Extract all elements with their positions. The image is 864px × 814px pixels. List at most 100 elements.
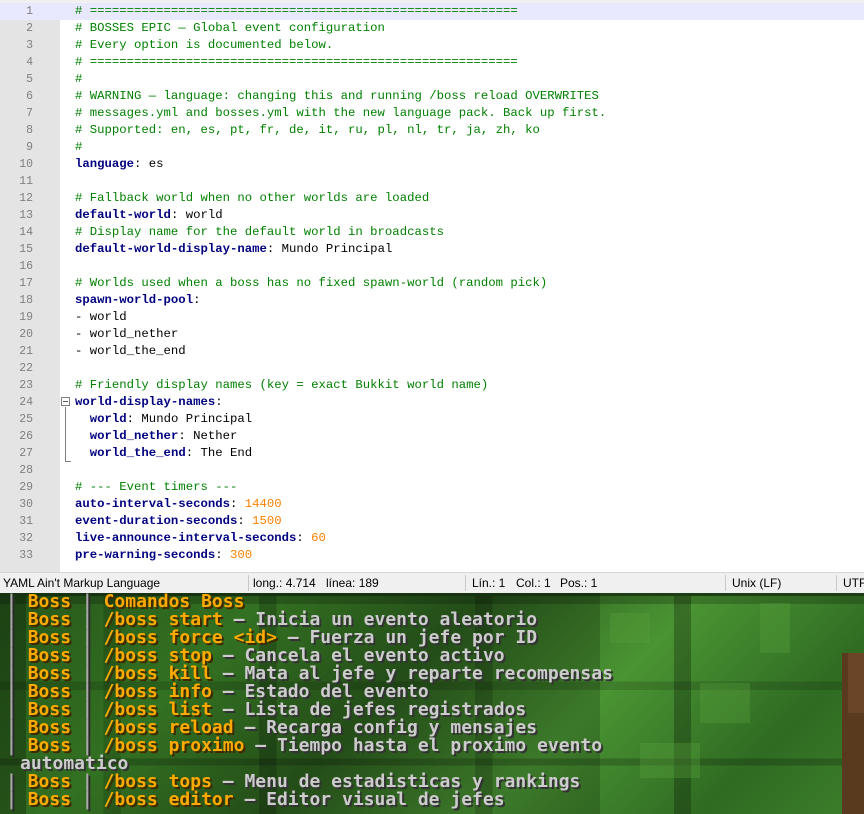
line-number: 15 [19,243,33,256]
key-token: world_nether [89,429,179,443]
code-text: # Friendly display names (key = exact Bu… [75,377,488,394]
code-line[interactable]: 16 [0,258,864,275]
code-text: world_nether: Nether [75,428,238,445]
comment-token: # ======================================… [75,4,518,18]
code-line[interactable]: 15 default-world-display-name: Mundo Prin… [0,241,864,258]
code-text: live-announce-interval-seconds: 60 [75,530,326,547]
code-line[interactable]: 4 # =====================================… [0,54,864,71]
code-text: # --- Event timers --- [75,479,237,496]
code-text: # WARNING — language: changing this and … [75,88,599,105]
code-text: # messages.yml and bosses.yml with the n… [75,105,606,122]
number-token: 14400 [244,497,282,511]
code-line[interactable]: 7 # messages.yml and bosses.yml with the … [0,105,864,122]
line-number: 32 [19,532,33,545]
code-line[interactable]: 21 - world_the_end [0,343,864,360]
code-text: # BOSSES EPIC — Global event configurati… [75,20,385,37]
code-line[interactable]: 17 # Worlds used when a boss has no fixed… [0,275,864,292]
code-text: # Worlds used when a boss has no fixed s… [75,275,547,292]
code-text: default-world-display-name: Mundo Princi… [75,241,392,258]
code-text: world-display-names: [75,394,223,411]
minecraft-game-view: | Boss | Comandos Boss | Boss | /boss sta… [0,593,864,814]
comment-token: # [75,140,83,154]
status-separator [836,575,837,591]
key-token: language [75,157,135,171]
line-number: 25 [19,413,33,426]
code-text: # Supported: en, es, pt, fr, de, it, ru,… [75,122,540,139]
number-token: 1500 [252,514,282,528]
code-line[interactable]: 10 language: es [0,156,864,173]
code-line[interactable]: 5 # [0,71,864,88]
status-length: long.: 4.714 [253,576,316,590]
status-position: Pos.: 1 [560,576,598,590]
code-line[interactable]: 26 world_nether: Nether [0,428,864,445]
value-token: - world [75,310,127,324]
code-line[interactable]: 31 event-duration-seconds: 1500 [0,513,864,530]
line-number: 22 [19,362,33,375]
number-token: 60 [311,531,326,545]
code-line[interactable]: 19 - world [0,309,864,326]
code-line[interactable]: 13 default-world: world [0,207,864,224]
code-line[interactable]: 18 spawn-world-pool: [0,292,864,309]
line-number: 29 [19,481,33,494]
line-number: 1 [26,5,33,18]
code-line[interactable]: 32 live-announce-interval-seconds: 60 [0,530,864,547]
code-line[interactable]: 25 world: Mundo Principal [0,411,864,428]
code-line[interactable]: 23 # Friendly display names (key = exact … [0,377,864,394]
value-token [75,446,90,460]
value-token: : [215,395,223,409]
editor-text-area[interactable]: 1 # =====================================… [0,3,864,564]
line-number: 3 [26,39,33,52]
code-line[interactable]: 12 # Fallback world when no other worlds … [0,190,864,207]
code-editor[interactable]: 1 # =====================================… [0,0,864,572]
code-line[interactable]: 33 pre-warning-seconds: 300 [0,547,864,564]
status-encoding[interactable]: UTF [843,573,864,593]
key-token: default-world-display-name [75,242,267,256]
line-number: 20 [19,328,33,341]
code-line[interactable]: 11 [0,173,864,190]
line-number: 28 [19,464,33,477]
code-line[interactable]: 3 # Every option is documented below. [0,37,864,54]
status-eol[interactable]: Unix (LF) [732,573,781,593]
line-number: 13 [19,209,33,222]
value-token: : [237,514,253,528]
value-token: : Mundo Principal [126,412,253,426]
fold-collapse-icon[interactable] [61,397,70,406]
code-line[interactable]: 1 # =====================================… [0,3,864,20]
value-token: : Mundo Principal [266,242,393,256]
key-token: world_the_end [89,446,186,460]
code-line[interactable]: 8 # Supported: en, es, pt, fr, de, it, ru… [0,122,864,139]
code-line[interactable]: 6 # WARNING — language: changing this and… [0,88,864,105]
code-line[interactable]: 27 world_the_end: The End [0,445,864,462]
chat-bar-text: | [71,789,104,810]
status-column: Col.: 1 [516,576,551,590]
comment-token: # Fallback world when no other worlds ar… [75,191,430,205]
comment-token: # Friendly display names (key = exact Bu… [75,378,489,392]
line-number: 19 [19,311,33,324]
code-line[interactable]: 29 # --- Event timers --- [0,479,864,496]
code-text: auto-interval-seconds: 14400 [75,496,282,513]
code-line[interactable]: 28 [0,462,864,479]
chat-desc-text: Editor visual de jefes [266,789,505,810]
value-token: : es [134,157,164,171]
line-number: 4 [26,56,33,69]
line-number: 23 [19,379,33,392]
line-number: 18 [19,294,33,307]
code-line[interactable]: 14 # Display name for the default world i… [0,224,864,241]
comment-token: # Supported: en, es, pt, fr, de, it, ru,… [75,123,540,137]
value-token: : [229,497,245,511]
key-token: auto-interval-seconds [75,497,230,511]
code-text: # [75,71,82,88]
code-line[interactable]: 30 auto-interval-seconds: 14400 [0,496,864,513]
code-line[interactable]: 22 [0,360,864,377]
code-text: pre-warning-seconds: 300 [75,547,252,564]
line-number: 14 [19,226,33,239]
code-line[interactable]: 24 world-display-names: [0,394,864,462]
comment-token: # WARNING — language: changing this and … [75,89,599,103]
code-line[interactable]: 2 # BOSSES EPIC — Global event configurat… [0,20,864,37]
code-line[interactable]: 20 - world_nether [0,326,864,343]
code-line[interactable]: 9 # [0,139,864,156]
comment-token: # BOSSES EPIC — Global event configurati… [75,21,385,35]
value-token: - world_nether [75,327,179,341]
value-token: : [193,293,201,307]
value-token: : Nether [178,429,238,443]
